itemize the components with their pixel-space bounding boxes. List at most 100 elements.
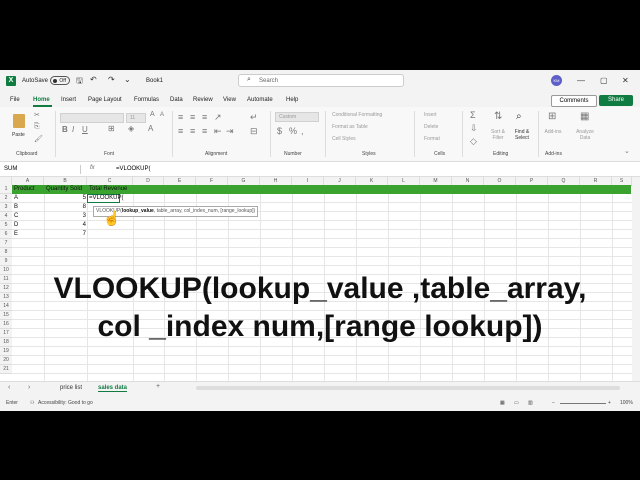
tab-formulas[interactable]: Formulas — [134, 97, 159, 103]
column-header[interactable]: E — [164, 177, 196, 185]
find-select-label[interactable]: Find & Select — [510, 129, 534, 141]
active-cell-c2[interactable]: =VLOOKUP( — [87, 194, 124, 203]
tab-review[interactable]: Review — [193, 97, 213, 103]
row-header[interactable]: 20 — [0, 356, 12, 365]
tab-view[interactable]: View — [223, 97, 236, 103]
fill-color-icon[interactable]: ◈ — [128, 124, 134, 133]
column-header[interactable]: A — [12, 177, 44, 185]
zoom-out-icon[interactable]: − — [552, 400, 555, 406]
insert-cells-button[interactable]: Insert — [424, 112, 437, 118]
cut-icon[interactable]: ✂ — [34, 111, 40, 119]
minimize-icon[interactable]: — — [577, 76, 585, 85]
row-header[interactable]: 9 — [0, 257, 12, 266]
column-header[interactable]: Q — [548, 177, 580, 185]
comments-button[interactable]: Comments — [551, 95, 597, 107]
decrease-indent-icon[interactable]: ⇤ — [214, 126, 222, 137]
orientation-icon[interactable]: ↗ — [214, 112, 222, 123]
decrease-font-icon[interactable]: A — [160, 112, 164, 118]
redo-icon[interactable]: ↷ — [108, 75, 115, 84]
share-button[interactable]: Share — [599, 95, 633, 106]
autosave-toggle[interactable]: Off — [50, 76, 70, 85]
header-cell-revenue[interactable]: Total Revenue — [89, 185, 127, 194]
column-header[interactable]: N — [452, 177, 484, 185]
fx-icon[interactable]: fx — [90, 165, 95, 171]
page-layout-view-icon[interactable]: ▭ — [514, 400, 519, 406]
zoom-in-icon[interactable]: + — [608, 400, 611, 406]
add-sheet-button[interactable]: + — [156, 383, 160, 390]
font-color-icon[interactable]: A — [148, 124, 153, 133]
row-header[interactable]: 8 — [0, 248, 12, 257]
autosum-icon[interactable]: Σ — [470, 110, 476, 120]
tab-home[interactable]: Home — [33, 97, 50, 103]
row-header[interactable]: 7 — [0, 239, 12, 248]
sheet-next-icon[interactable]: › — [28, 384, 30, 391]
cell-product[interactable]: E — [14, 230, 18, 239]
tab-data[interactable]: Data — [170, 97, 183, 103]
fill-icon[interactable]: ⇩ — [470, 123, 478, 134]
analyze-data-icon[interactable]: ▦ — [580, 111, 589, 122]
horizontal-scrollbar[interactable] — [196, 386, 620, 390]
format-painter-icon[interactable]: 🖌 — [34, 135, 43, 143]
avatar[interactable]: KM — [551, 75, 562, 86]
sort-filter-icon[interactable]: ⇅ — [494, 111, 502, 122]
row-header[interactable]: 6 — [0, 230, 12, 239]
font-name-select[interactable] — [60, 113, 124, 123]
column-header[interactable]: H — [260, 177, 292, 185]
column-header[interactable]: J — [324, 177, 356, 185]
tab-page-layout[interactable]: Page Layout — [88, 97, 122, 103]
underline-icon[interactable]: U — [82, 125, 88, 134]
row-header[interactable]: 4 — [0, 212, 12, 221]
column-header[interactable]: P — [516, 177, 548, 185]
maximize-icon[interactable]: ▢ — [600, 76, 608, 85]
accessibility-status[interactable]: Accessibility: Good to go — [38, 400, 93, 406]
column-header[interactable]: R — [580, 177, 612, 185]
bold-icon[interactable]: B — [62, 125, 68, 134]
sheet-tab-price-list[interactable]: price list — [60, 385, 82, 391]
column-header[interactable]: L — [388, 177, 420, 185]
page-break-view-icon[interactable]: ▥ — [528, 400, 533, 406]
tab-automate[interactable]: Automate — [247, 97, 273, 103]
row-header[interactable]: 21 — [0, 365, 12, 374]
cell-quantity[interactable]: 7 — [44, 230, 86, 239]
cell-quantity[interactable]: 4 — [44, 221, 86, 230]
comma-icon[interactable]: , — [301, 126, 304, 136]
align-middle-icon[interactable]: ≡ — [190, 112, 195, 122]
number-format-select[interactable]: Custom — [275, 112, 319, 122]
row-header[interactable]: 2 — [0, 194, 12, 203]
column-header[interactable]: B — [44, 177, 87, 185]
wrap-text-icon[interactable]: ↵ — [250, 112, 258, 123]
add-ins-icon[interactable]: ⊞ — [548, 111, 556, 122]
column-header[interactable]: K — [356, 177, 388, 185]
cell-product[interactable]: A — [14, 194, 18, 203]
close-icon[interactable]: ✕ — [622, 76, 629, 85]
zoom-level[interactable]: 100% — [620, 400, 633, 406]
column-header[interactable]: D — [133, 177, 164, 185]
paste-icon[interactable] — [13, 114, 25, 128]
font-size-select[interactable]: 11 — [126, 113, 146, 123]
row-header[interactable]: 5 — [0, 221, 12, 230]
sort-filter-label[interactable]: Sort & Filter — [488, 129, 508, 141]
cell-product[interactable]: B — [14, 203, 18, 212]
cell-product[interactable]: C — [14, 212, 18, 221]
clear-icon[interactable]: ◇ — [470, 136, 477, 147]
cell-quantity[interactable]: 8 — [44, 203, 86, 212]
align-right-icon[interactable]: ≡ — [202, 126, 207, 136]
borders-icon[interactable]: ⊞ — [108, 124, 115, 133]
row-header[interactable]: 3 — [0, 203, 12, 212]
customize-toolbar-icon[interactable]: ⌄ — [124, 75, 131, 84]
column-header[interactable]: G — [228, 177, 260, 185]
find-select-icon[interactable]: ⌕ — [516, 111, 522, 122]
analyze-data-label[interactable]: Analyze Data — [572, 129, 598, 141]
column-header[interactable]: M — [420, 177, 452, 185]
align-top-icon[interactable]: ≡ — [178, 112, 183, 122]
increase-indent-icon[interactable]: ⇥ — [226, 126, 234, 137]
column-header[interactable]: F — [196, 177, 228, 185]
header-cell-quantity[interactable]: Quantity Sold — [46, 185, 82, 194]
delete-cells-button[interactable]: Delete — [424, 124, 438, 130]
collapse-ribbon-icon[interactable]: ⌄ — [624, 147, 630, 155]
align-center-icon[interactable]: ≡ — [190, 126, 195, 136]
row-header[interactable]: 19 — [0, 347, 12, 356]
tab-file[interactable]: File — [10, 97, 20, 103]
format-as-table-button[interactable]: Format as Table — [332, 124, 368, 130]
accessibility-icon[interactable]: ⚇ — [30, 400, 34, 406]
